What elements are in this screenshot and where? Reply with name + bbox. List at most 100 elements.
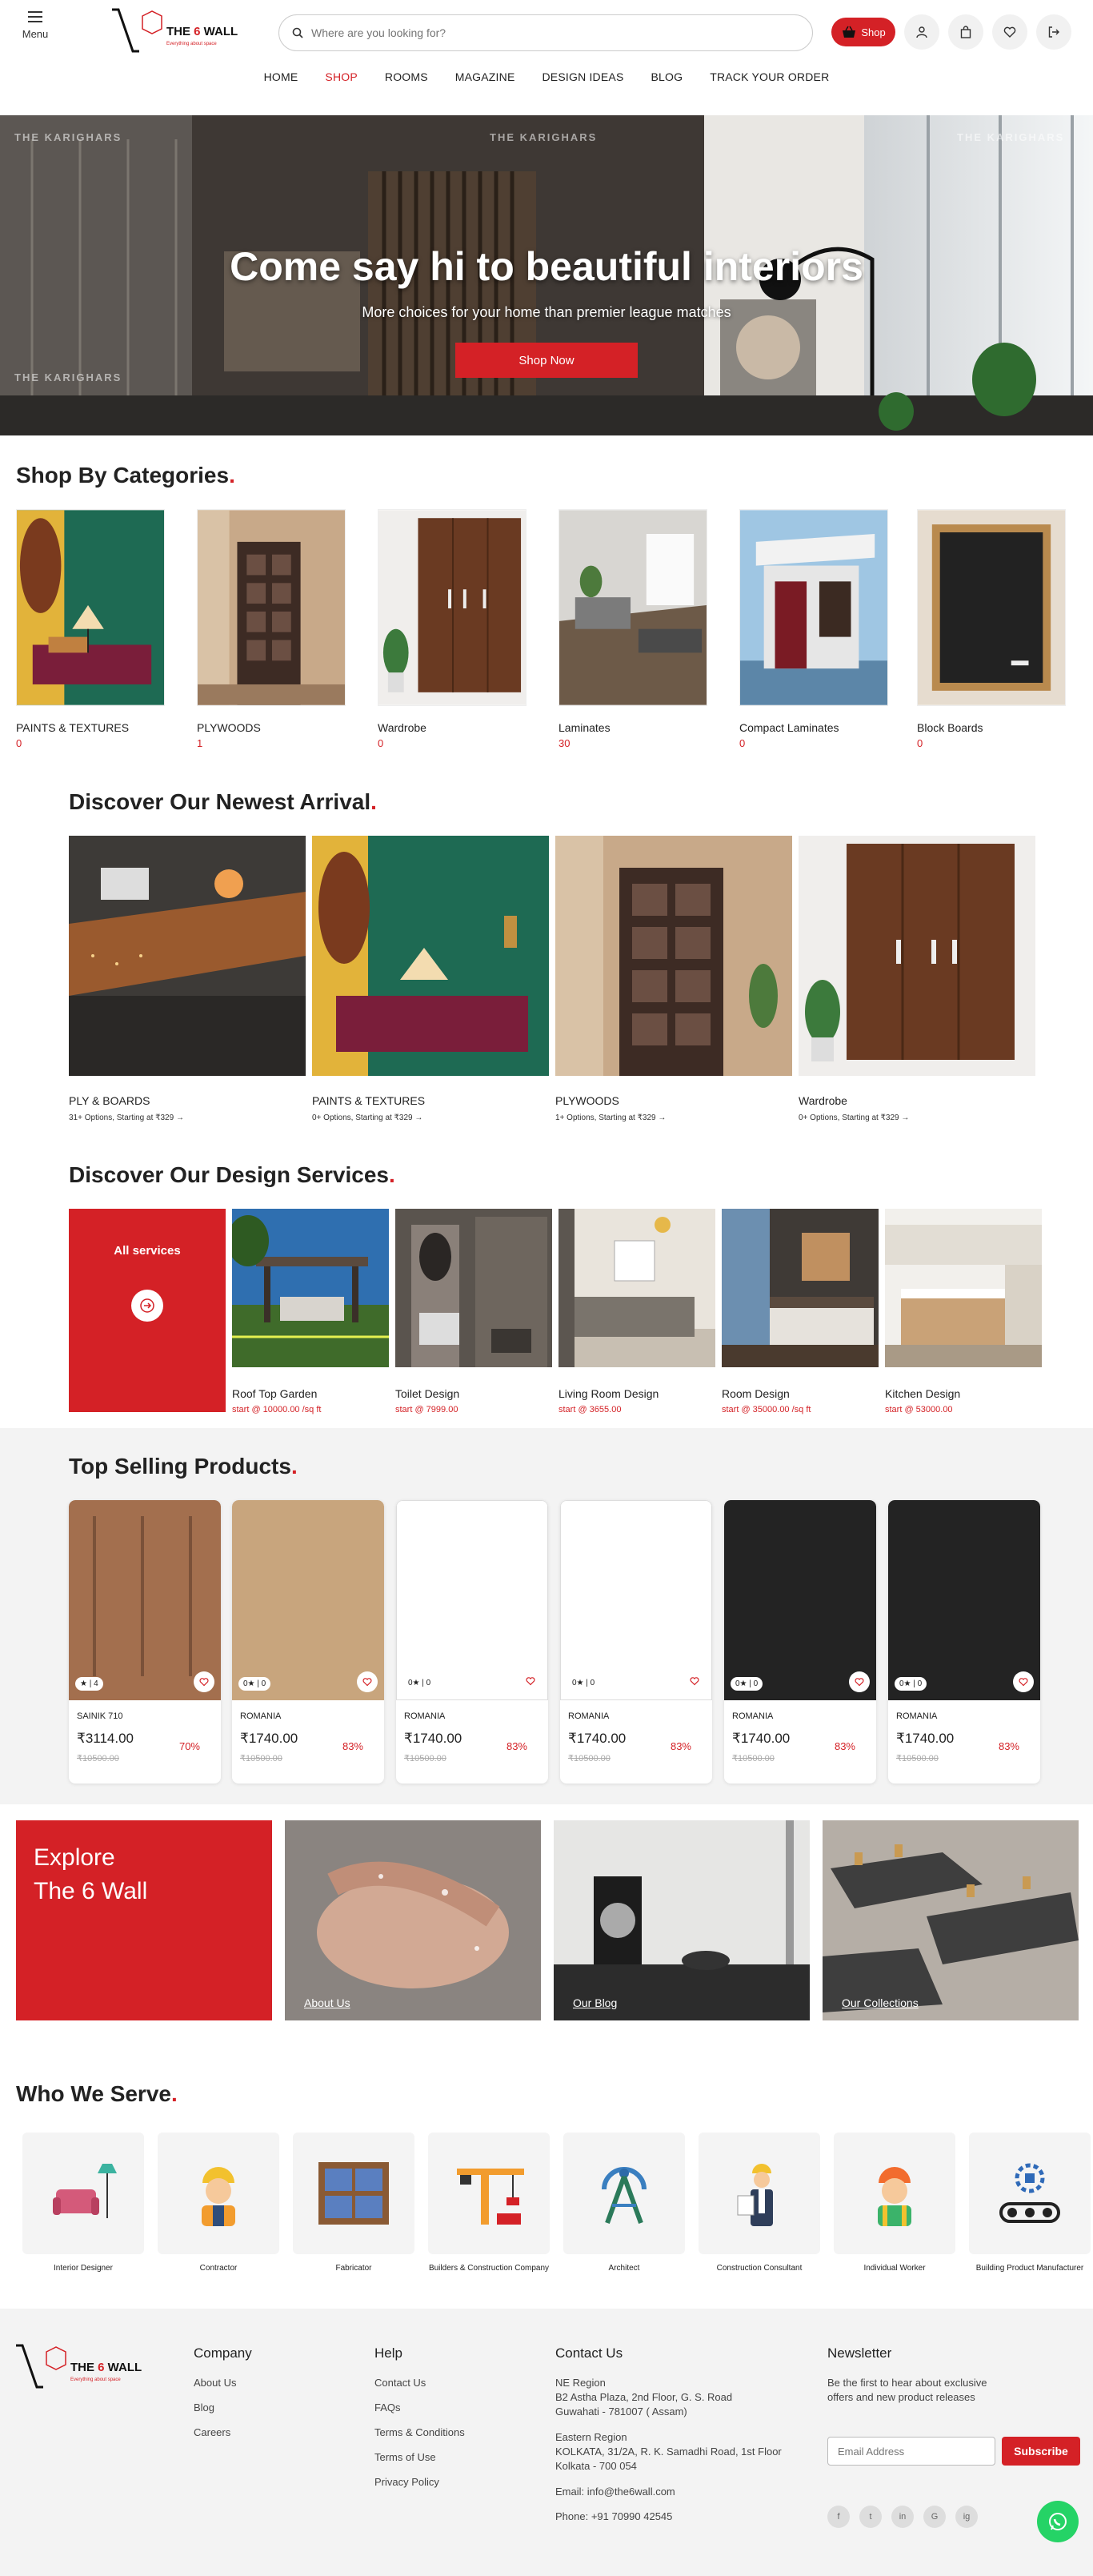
serve-card[interactable]: Interior Designer [22,2133,144,2273]
armchair-icon [53,2164,117,2218]
footer-link-terms-conditions[interactable]: Terms & Conditions [374,2426,465,2440]
wishlist-heart-icon[interactable] [520,1671,541,1691]
our-collections-card[interactable]: Our Collections [823,1820,1079,2020]
product-card[interactable]: 0★ | 0 ROMANIA ₹1740.00 83% ₹10500.00 [888,1500,1040,1784]
arrival-card[interactable]: PAINTS & TEXTURES 0+ Options, Starting a… [312,836,549,1122]
newsletter-text-2: offers and new product releases [827,2391,975,2403]
category-count: 0 [378,737,384,749]
category-card[interactable]: Compact Laminates 0 [739,509,888,749]
footer-email[interactable]: Email: info@the6wall.com [555,2485,782,2499]
about-us-link[interactable]: About Us [304,1996,350,2009]
wishlist-heart-icon[interactable] [1013,1671,1034,1692]
arrival-card[interactable]: PLY & BOARDS 31+ Options, Starting at ₹3… [69,836,306,1122]
wishlist-heart-icon[interactable] [357,1671,378,1692]
search-input[interactable] [311,26,759,39]
arrival-options[interactable]: 31+ Options, Starting at ₹329 → [69,1113,306,1122]
category-card[interactable]: Block Boards 0 [917,509,1066,749]
footer-logo[interactable]: THE 6 WALL Everything about space [14,2342,142,2390]
wishlist-heart-icon[interactable] [849,1671,870,1692]
newsletter-email-input[interactable] [827,2437,995,2466]
subscribe-button[interactable]: Subscribe [1002,2437,1080,2466]
instagram-icon[interactable]: ig [955,2506,978,2528]
search-bar[interactable] [278,14,813,51]
service-card[interactable]: Room Design start @ 35000.00 /sq ft [722,1209,879,1414]
serve-card[interactable]: Individual Worker [834,2133,955,2273]
account-button[interactable] [904,14,939,50]
category-card[interactable]: Wardrobe 0 [378,509,526,749]
nav-magazine[interactable]: MAGAZINE [442,70,529,83]
footer-phone[interactable]: Phone: +91 70990 42545 [555,2510,782,2524]
our-collections-link[interactable]: Our Collections [842,1996,919,2009]
shop-button-label: Shop [861,26,886,38]
service-card[interactable]: Toilet Design start @ 7999.00 [395,1209,552,1414]
wishlist-button[interactable] [992,14,1027,50]
nav-shop[interactable]: SHOP [311,70,370,83]
google-icon[interactable]: G [923,2506,946,2528]
nav-home[interactable]: HOME [250,70,312,83]
whatsapp-button[interactable] [1037,2501,1079,2542]
footer-link-blog[interactable]: Blog [194,2401,252,2415]
user-icon [916,26,927,38]
product-texture [93,1516,192,1676]
footer-link-faqs[interactable]: FAQs [374,2401,465,2415]
footer-help: Help Contact Us FAQs Terms & Conditions … [374,2345,465,2500]
ne-region: NE Region [555,2377,606,2389]
category-card[interactable]: PLYWOODS 1 [197,509,346,749]
wishlist-heart-icon[interactable] [194,1671,214,1692]
consultant-icon [737,2164,773,2226]
facebook-icon[interactable]: f [827,2506,850,2528]
arrival-card[interactable]: PLYWOODS 1+ Options, Starting at ₹329 → [555,836,792,1122]
category-count: 30 [559,737,571,749]
service-card[interactable]: Kitchen Design start @ 53000.00 [885,1209,1042,1414]
product-card[interactable]: ★ | 4 SAINIK 710 ₹3114.00 70% ₹10500.00 [69,1500,221,1784]
arrival-options[interactable]: 0+ Options, Starting at ₹329 → [312,1113,549,1122]
svg-text:THE 6 WALL: THE 6 WALL [70,2361,142,2374]
svg-text:Everything about space: Everything about space [166,42,217,46]
category-card[interactable]: PAINTS & TEXTURES 0 [16,509,165,749]
our-blog-link[interactable]: Our Blog [573,1996,617,2009]
serve-card[interactable]: Fabricator [293,2133,414,2273]
product-card[interactable]: 0★ | 0 ROMANIA ₹1740.00 83% ₹10500.00 [724,1500,876,1784]
serve-card[interactable]: Construction Consultant [699,2133,820,2273]
serve-card[interactable]: Builders & Construction Company [428,2133,550,2273]
arrival-options[interactable]: 0+ Options, Starting at ₹329 → [799,1113,1035,1122]
logout-button[interactable] [1036,14,1071,50]
nav-design-ideas[interactable]: DESIGN IDEAS [529,70,638,83]
footer-link-privacy[interactable]: Privacy Policy [374,2475,465,2490]
our-blog-card[interactable]: Our Blog [554,1820,810,2020]
serve-card[interactable]: Architect [563,2133,685,2273]
nav-blog[interactable]: BLOG [637,70,696,83]
footer-link-terms-use[interactable]: Terms of Use [374,2450,465,2465]
all-services-card[interactable]: All services [69,1209,226,1412]
product-image: 0★ | 0 [560,1500,712,1700]
product-card[interactable]: 0★ | 0 ROMANIA ₹1740.00 83% ₹10500.00 [560,1500,712,1784]
about-us-card[interactable]: About Us [285,1820,541,2020]
footer-link-careers[interactable]: Careers [194,2426,252,2440]
product-card[interactable]: 0★ | 0 ROMANIA ₹1740.00 83% ₹10500.00 [232,1500,384,1784]
arrival-options[interactable]: 1+ Options, Starting at ₹329 → [555,1113,792,1122]
footer-link-contact[interactable]: Contact Us [374,2376,465,2390]
service-card[interactable]: Roof Top Garden start @ 10000.00 /sq ft [227,1209,389,1414]
product-card[interactable]: 0★ | 0 ROMANIA ₹1740.00 83% ₹10500.00 [396,1500,548,1784]
shop-now-button[interactable]: Shop Now [455,343,638,378]
serve-card[interactable]: Contractor [158,2133,279,2273]
linkedin-icon[interactable]: in [891,2506,914,2528]
service-card[interactable]: Living Room Design start @ 3655.00 [559,1209,715,1414]
serve-card[interactable]: Building Product Manufacturer [969,2133,1091,2273]
shop-button[interactable]: Shop [831,18,895,46]
nav-rooms[interactable]: ROOMS [371,70,442,83]
menu-button[interactable]: Menu [11,8,59,42]
site-logo[interactable]: THE 6 WALL Everything about space [110,6,238,54]
twitter-icon[interactable]: t [859,2506,882,2528]
nav-track-order[interactable]: TRACK YOUR ORDER [696,70,843,83]
arrow-right-icon[interactable] [131,1290,163,1322]
category-card[interactable]: Laminates 30 [559,509,707,749]
cart-button[interactable] [948,14,983,50]
category-name: Block Boards [917,721,983,734]
arrival-card[interactable]: Wardrobe 0+ Options, Starting at ₹329 → [799,836,1035,1122]
search-icon [292,27,303,38]
serve-label: Interior Designer [54,2264,113,2273]
product-discount: 83% [342,1740,363,1752]
wishlist-heart-icon[interactable] [684,1671,705,1691]
footer-link-about[interactable]: About Us [194,2376,252,2390]
